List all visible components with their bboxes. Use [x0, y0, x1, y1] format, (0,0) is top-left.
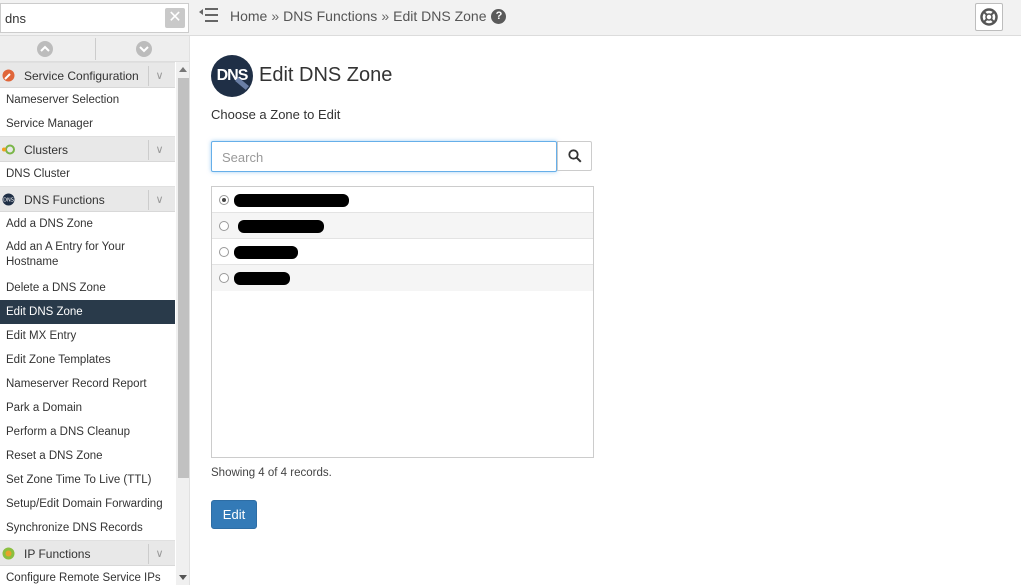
category-label: DNS Functions [24, 193, 105, 207]
sidebar-item-edit-zone-templates[interactable]: Edit Zone Templates [0, 348, 175, 372]
scroll-down-icon[interactable] [179, 575, 187, 580]
breadcrumb: Home » DNS Functions » Edit DNS Zone ? [230, 8, 507, 24]
sidebar-item-delete-dns-zone[interactable]: Delete a DNS Zone [0, 276, 175, 300]
sidebar-search-input[interactable] [5, 8, 155, 28]
lifebuoy-icon [980, 8, 998, 26]
zone-radio[interactable] [219, 273, 229, 283]
breadcrumb-separator: » [271, 8, 280, 24]
sidebar-item-synchronize-dns[interactable]: Synchronize DNS Records [0, 516, 175, 540]
chevron-down-icon[interactable]: ∨ [148, 544, 170, 564]
zone-list [211, 186, 594, 458]
zone-row[interactable] [212, 239, 593, 265]
sidebar-item-domain-forwarding[interactable]: Setup/Edit Domain Forwarding [0, 492, 175, 516]
scroll-thumb[interactable] [178, 78, 189, 478]
sidebar-search: ✕ [0, 0, 190, 36]
sidebar-item-service-manager[interactable]: Service Manager [0, 112, 175, 136]
breadcrumb-current: Edit DNS Zone [393, 8, 487, 24]
category-label: Service Configuration [24, 69, 139, 83]
page-title: Edit DNS Zone [259, 64, 393, 86]
chevron-down-icon[interactable]: ∨ [148, 66, 170, 86]
search-button[interactable] [557, 141, 592, 171]
sidebar-item-configure-remote-ips[interactable]: Configure Remote Service IPs [0, 566, 175, 585]
sidebar-item-add-dns-zone[interactable]: Add a DNS Zone [0, 212, 175, 236]
breadcrumb-dns-functions[interactable]: DNS Functions [283, 8, 377, 24]
top-bar: ✕ Home » DNS Functions » Edit DNS Zone ? [0, 0, 1021, 36]
category-dns-functions[interactable]: DNS DNS Functions ∨ [0, 186, 175, 212]
dns-icon: DNS [2, 193, 15, 206]
breadcrumb-home[interactable]: Home [230, 8, 267, 24]
category-service-configuration[interactable]: Service Configuration ∨ [0, 62, 175, 88]
sidebar-item-set-zone-ttl[interactable]: Set Zone Time To Live (TTL) [0, 468, 175, 492]
edit-button[interactable]: Edit [211, 500, 257, 529]
category-label: IP Functions [24, 547, 91, 561]
toggle-navigation-button[interactable] [198, 6, 220, 26]
zone-search-box[interactable] [211, 141, 557, 172]
redacted-zone-name [238, 220, 324, 233]
zone-radio[interactable] [219, 195, 229, 205]
clear-search-button[interactable]: ✕ [165, 8, 185, 28]
svg-text:DNS: DNS [3, 198, 14, 204]
chevron-down-icon [139, 46, 149, 53]
menu-collapse-icon [199, 8, 218, 22]
ip-icon [2, 547, 15, 560]
page-subtitle: Choose a Zone to Edit [211, 107, 341, 122]
collapse-controls [0, 36, 189, 62]
zone-row[interactable] [212, 187, 593, 213]
redacted-zone-name [234, 246, 298, 259]
sidebar-item-add-a-entry[interactable]: Add an A Entry for Your Hostname [0, 236, 175, 276]
category-ip-functions[interactable]: IP Functions ∨ [0, 540, 175, 566]
sidebar-item-dns-cleanup[interactable]: Perform a DNS Cleanup [0, 420, 175, 444]
collapse-all-button[interactable] [37, 41, 53, 57]
x-icon: ✕ [168, 9, 182, 26]
sidebar-item-park-domain[interactable]: Park a Domain [0, 396, 175, 420]
sidebar-nav: Service Configuration ∨ Nameserver Selec… [0, 62, 175, 585]
redacted-zone-name [234, 272, 290, 285]
sidebar: Service Configuration ∨ Nameserver Selec… [0, 36, 190, 585]
sidebar-item-nameserver-selection[interactable]: Nameserver Selection [0, 88, 175, 112]
scroll-up-icon[interactable] [179, 67, 187, 72]
category-label: Clusters [24, 143, 69, 157]
chevron-up-icon [40, 45, 50, 52]
help-icon[interactable]: ? [491, 8, 507, 24]
zone-row[interactable] [212, 265, 593, 291]
sidebar-item-reset-dns-zone[interactable]: Reset a DNS Zone [0, 444, 175, 468]
sidebar-item-nameserver-record-report[interactable]: Nameserver Record Report [0, 372, 175, 396]
divider [95, 38, 96, 60]
zone-row[interactable] [212, 213, 593, 239]
sidebar-search-box[interactable]: ✕ [0, 3, 189, 33]
sidebar-item-edit-mx-entry[interactable]: Edit MX Entry [0, 324, 175, 348]
zone-search-input[interactable] [222, 148, 542, 166]
support-button[interactable] [975, 3, 1003, 31]
search-icon [567, 149, 582, 163]
breadcrumb-separator: » [381, 8, 390, 24]
category-clusters[interactable]: Clusters ∨ [0, 136, 175, 162]
redacted-zone-name [234, 194, 349, 207]
cluster-icon [2, 144, 15, 155]
sidebar-item-dns-cluster[interactable]: DNS Cluster [0, 162, 175, 186]
sidebar-item-edit-dns-zone[interactable]: Edit DNS Zone [0, 300, 175, 324]
wrench-icon [2, 69, 15, 82]
chevron-down-icon[interactable]: ∨ [148, 140, 170, 160]
sidebar-scrollbar[interactable] [176, 62, 189, 585]
zone-radio[interactable] [219, 247, 229, 257]
dns-logo: DNS [211, 55, 253, 97]
expand-all-button[interactable] [136, 41, 152, 57]
zone-radio[interactable] [219, 221, 229, 231]
records-count: Showing 4 of 4 records. [211, 467, 332, 479]
chevron-down-icon[interactable]: ∨ [148, 190, 170, 210]
main-content: DNS Edit DNS Zone Choose a Zone to Edit [211, 36, 1011, 585]
